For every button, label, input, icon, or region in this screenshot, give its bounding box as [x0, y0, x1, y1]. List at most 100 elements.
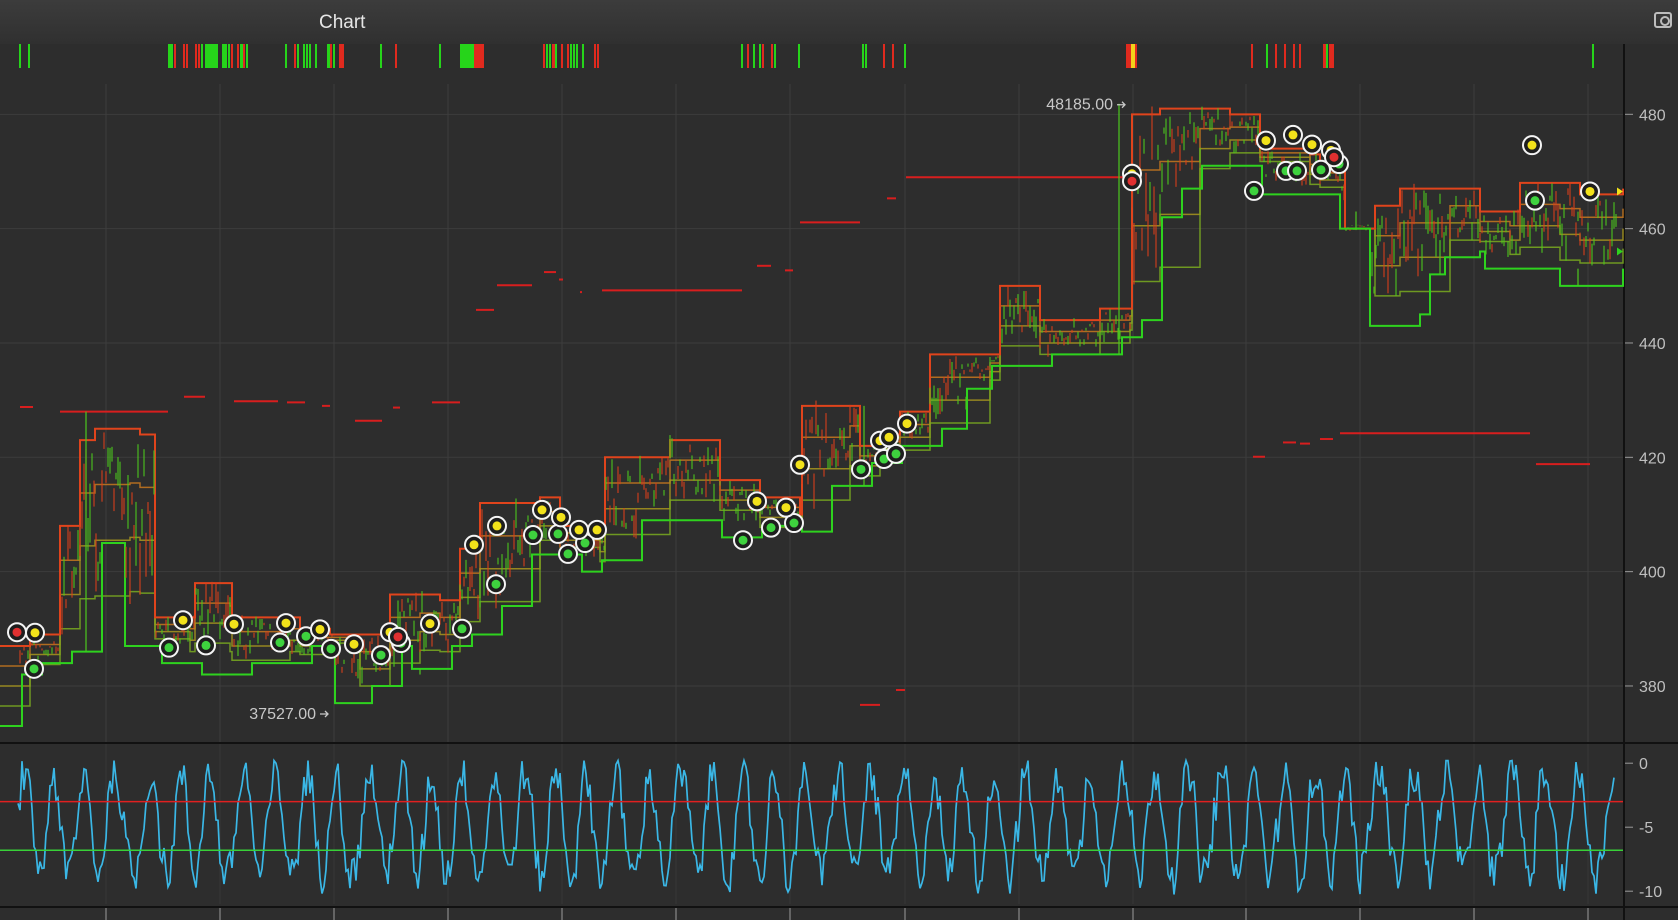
sell-signal-marker-core [1127, 176, 1137, 186]
signal-strip-bar [222, 44, 227, 68]
signal-strip-bar [474, 44, 484, 68]
signal-strip-bar [1129, 44, 1131, 68]
price-y-tick-label: 440 [1639, 336, 1666, 353]
signal-strip-bar [186, 44, 188, 68]
buy-signal-marker-core [1292, 166, 1302, 176]
take-profit-marker-core [425, 619, 435, 629]
sell-signal-marker-core [1329, 152, 1339, 162]
signal-strip-bar [904, 44, 906, 68]
signal-strip-bar [297, 44, 299, 68]
signal-strip-bar [582, 44, 584, 68]
signal-strip-bar [439, 44, 441, 68]
signal-strip-bar [546, 44, 548, 68]
buy-signal-marker-core [275, 638, 285, 648]
sell-signal-marker-core [12, 627, 22, 637]
signal-strip-bar [237, 44, 239, 68]
signal-strip-bar [597, 44, 599, 68]
signal-strip-bar [762, 44, 764, 68]
buy-signal-marker-core [29, 664, 39, 674]
buy-signal-marker-core [766, 523, 776, 533]
signal-strip-bar [567, 44, 569, 68]
buy-signal-marker-core [201, 640, 211, 650]
take-profit-marker-core [1261, 136, 1271, 146]
signal-strip-bar [333, 44, 335, 68]
buy-signal-marker-core [553, 529, 563, 539]
signal-strip-bar [1266, 44, 1268, 68]
take-profit-marker-core [492, 521, 502, 531]
signal-strip-bar [294, 44, 296, 68]
signal-strip-bar [228, 44, 230, 68]
chart-window-title: Chart [319, 12, 366, 33]
buy-signal-marker-core [326, 644, 336, 654]
take-profit-marker-core [229, 619, 239, 629]
price-y-tick-label: 480 [1639, 107, 1666, 124]
signal-strip-bar [1293, 44, 1295, 68]
signal-strip-bar [865, 44, 867, 68]
signal-strip-bar [339, 44, 344, 68]
price-y-tick-label: 420 [1639, 450, 1666, 467]
price-y-tick-label: 380 [1639, 679, 1666, 696]
buy-signal-marker-core [738, 535, 748, 545]
sell-signal-marker-core [393, 632, 403, 642]
signal-strip-bar [395, 44, 397, 68]
take-profit-marker-core [752, 496, 762, 506]
take-profit-marker-core [592, 525, 602, 535]
signal-strip-bar [555, 44, 557, 68]
take-profit-marker-core [574, 525, 584, 535]
signal-strip-bar [330, 44, 332, 68]
signal-strip-bar [246, 44, 248, 68]
signal-strip-bar [741, 44, 743, 68]
buy-signal-marker-core [1249, 186, 1259, 196]
signal-strip-bar [28, 44, 30, 68]
signal-strip-bar [543, 44, 545, 68]
take-profit-marker-core [349, 639, 359, 649]
oscillator-y-tick-label: -5 [1639, 820, 1653, 837]
signal-strip-bar [183, 44, 185, 68]
buy-signal-marker-core [580, 538, 590, 548]
signal-strip-bar [576, 44, 578, 68]
signal-strip-bar [594, 44, 596, 68]
buy-signal-marker-core [789, 518, 799, 528]
take-profit-marker-core [1288, 130, 1298, 140]
take-profit-marker-core [469, 540, 479, 550]
take-profit-marker-core [1307, 140, 1317, 150]
take-profit-marker-core [315, 624, 325, 634]
take-profit-marker-core [781, 503, 791, 513]
signal-strip-bar [747, 44, 749, 68]
signal-strip-bar [883, 44, 885, 68]
buy-signal-marker-core [891, 449, 901, 459]
signal-strip-bar [19, 44, 21, 68]
signal-strip-bar [892, 44, 894, 68]
buy-signal-marker-core [457, 624, 467, 634]
buy-signal-marker-core [164, 643, 174, 653]
price-y-tick-label: 400 [1639, 565, 1666, 582]
oscillator-y-tick-label: -10 [1639, 884, 1662, 901]
buy-signal-marker-core [376, 650, 386, 660]
signal-strip-bar [1326, 44, 1328, 68]
signal-strip-bar [309, 44, 311, 68]
signal-strip-bar [1592, 44, 1594, 68]
buy-signal-marker-core [301, 631, 311, 641]
buy-signal-marker-core [528, 530, 538, 540]
signal-strip-bar [1329, 44, 1334, 68]
signal-strip-bar [549, 44, 551, 68]
signal-strip-bar [771, 44, 773, 68]
signal-strip-bar [168, 44, 173, 68]
take-profit-marker-core [902, 419, 912, 429]
signal-strip-bar [315, 44, 317, 68]
signal-strip-bar [195, 44, 197, 68]
signal-strip-bar [570, 44, 572, 68]
buy-signal-marker-core [563, 549, 573, 559]
signal-strip-bar [573, 44, 575, 68]
signal-strip-bar [1275, 44, 1277, 68]
signal-strip-bar [306, 44, 308, 68]
oscillator-y-tick-label: 0 [1639, 756, 1648, 773]
price-y-tick-label: 460 [1639, 222, 1666, 239]
take-profit-marker-core [1527, 140, 1537, 150]
take-profit-marker-core [537, 505, 547, 515]
signal-strip-bar [174, 44, 176, 68]
signal-strip-bar [285, 44, 287, 68]
take-profit-marker-core [1585, 186, 1595, 196]
price-annotation-label: 37527.00 [249, 706, 316, 723]
camera-icon[interactable] [1654, 12, 1672, 28]
